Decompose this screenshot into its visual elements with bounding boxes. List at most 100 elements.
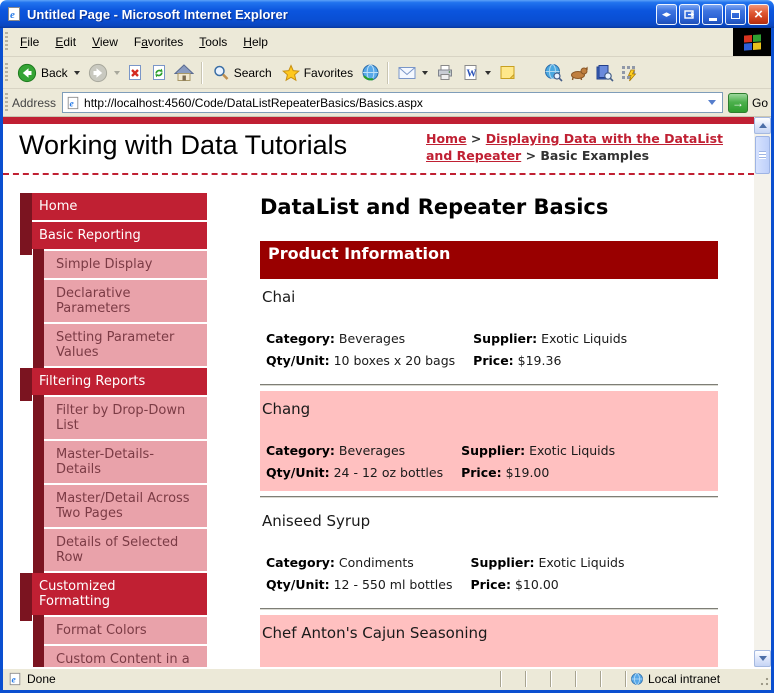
windows-logo: [733, 28, 771, 56]
supplier-label: Supplier:: [470, 554, 535, 570]
menu-help[interactable]: Help: [235, 31, 276, 53]
back-dropdown-icon[interactable]: [73, 70, 80, 75]
product-price-cell: Price: $19.00: [461, 461, 633, 483]
toolbar-grip[interactable]: [5, 92, 8, 113]
scroll-down-button[interactable]: [754, 650, 771, 667]
forward-dropdown-icon[interactable]: [113, 70, 120, 75]
status-message: Done: [27, 672, 56, 686]
forward-icon: [88, 63, 108, 83]
close-button[interactable]: ×: [748, 3, 769, 25]
print-button[interactable]: [433, 62, 457, 83]
address-label: Address: [12, 95, 57, 110]
messenger-grid-button[interactable]: [617, 62, 641, 84]
pane-arrows-button[interactable]: ◂▸: [656, 3, 677, 25]
supplier-value: Exotic Liquids: [538, 554, 625, 570]
favorites-star-icon: [281, 63, 300, 82]
go-button[interactable]: → Go: [727, 92, 768, 113]
breadcrumb-current: Basic Examples: [540, 147, 650, 163]
ie-window-icon: e: [6, 6, 22, 22]
discuss-button[interactable]: [496, 62, 519, 83]
qty-value: 24 - 12 oz bottles: [333, 464, 444, 480]
forward-button[interactable]: [85, 61, 123, 85]
research-button[interactable]: [541, 61, 566, 84]
svg-text:e: e: [70, 98, 75, 109]
home-button[interactable]: [171, 62, 197, 84]
product-qty-cell: Qty/Unit: 24 - 12 oz bottles: [266, 461, 461, 483]
supplier-value: Exotic Liquids: [541, 330, 628, 346]
nav-item-format-colors[interactable]: Format Colors: [33, 615, 207, 646]
menu-file[interactable]: File: [12, 31, 47, 53]
nav-item-master-detail-across-two-pages[interactable]: Master/Detail Across Two Pages: [33, 483, 207, 529]
mail-dropdown-icon[interactable]: [422, 70, 429, 75]
nav-item-master-details-details[interactable]: Master-Details-Details: [33, 439, 207, 485]
vertical-scrollbar: [754, 117, 771, 667]
product-category-cell: Category: Condiments: [266, 551, 471, 573]
nav-item-basic-reporting[interactable]: Basic Reporting: [20, 222, 207, 255]
word-document-icon: W: [462, 64, 479, 81]
menu-favorites[interactable]: Favorites: [126, 31, 191, 53]
toolbar-grip[interactable]: [5, 32, 8, 52]
price-value: $10.00: [514, 576, 559, 592]
status-cell: [500, 671, 525, 687]
scroll-up-button[interactable]: [754, 117, 771, 134]
back-label: Back: [41, 65, 68, 80]
menu-edit[interactable]: Edit: [47, 31, 84, 53]
back-button[interactable]: Back: [12, 61, 85, 85]
media-button[interactable]: [592, 62, 617, 84]
mail-button[interactable]: [393, 63, 433, 82]
menu-tools[interactable]: Tools: [191, 31, 235, 53]
refresh-button[interactable]: [147, 62, 171, 84]
nav-item-filter-by-drop-down-list[interactable]: Filter by Drop-Down List: [33, 395, 207, 441]
breadcrumb-link[interactable]: Home: [426, 131, 467, 146]
address-url[interactable]: http://localhost:4560/Code/DataListRepea…: [84, 96, 704, 110]
toolbar-grip[interactable]: [5, 62, 8, 83]
product-name: Aniseed Syrup: [262, 512, 371, 530]
product-supplier-cell: Supplier: Exotic Liquids: [471, 551, 643, 573]
nav-item-customized-formatting[interactable]: Customized Formatting: [20, 573, 207, 621]
window-title: Untitled Page - Microsoft Internet Explo…: [27, 6, 288, 22]
scrollbar-thumb[interactable]: [755, 136, 770, 174]
security-zone: Local intranet: [625, 671, 756, 687]
minimize-button[interactable]: [702, 3, 723, 25]
nav-item-details-of-selected-row[interactable]: Details of Selected Row: [33, 527, 207, 573]
nav-item-custom-content-in-a[interactable]: Custom Content in a: [33, 644, 207, 667]
address-field[interactable]: e http://localhost:4560/Code/DataListRep…: [62, 92, 723, 113]
product-name: Chang: [262, 400, 311, 418]
page-body: Home Basic Reporting Simple Display Declara…: [3, 175, 754, 667]
nav-item-home[interactable]: Home: [20, 193, 207, 226]
category-label: Category:: [266, 330, 335, 346]
messenger-dog-button[interactable]: [566, 62, 592, 83]
product-qty-cell: Qty/Unit: 10 boxes x 20 bags: [266, 349, 473, 371]
dog-icon: [569, 64, 589, 81]
category-value: Beverages: [338, 442, 406, 458]
edit-with-word-button[interactable]: W: [457, 62, 496, 83]
supplier-value: Exotic Liquids: [529, 442, 616, 458]
window-controls: ◂▸ ×: [656, 3, 769, 25]
product-details-table: Category: Beverages Supplier: Exotic Liq…: [266, 327, 645, 371]
resize-grip[interactable]: [756, 671, 770, 687]
browser-window: e Untitled Page - Microsoft Internet Exp…: [0, 0, 774, 693]
nav-item-setting-parameter-values[interactable]: Setting Parameter Values: [33, 322, 207, 368]
nav-item-filtering-reports[interactable]: Filtering Reports: [20, 368, 207, 401]
product-list: Chai Category: Beverages Supplier: Exoti…: [260, 279, 718, 667]
history-button[interactable]: [358, 61, 383, 84]
product-price-cell: Price: $19.36: [473, 349, 645, 371]
address-dropdown-button[interactable]: [704, 94, 721, 111]
product-name: Chai: [262, 288, 296, 306]
status-bar: e Done Local intranet: [3, 667, 771, 690]
price-label: Price:: [461, 464, 502, 480]
menu-view[interactable]: View: [84, 31, 126, 53]
main-content: DataList and Repeater Basics Product Inf…: [260, 193, 718, 667]
maximize-button[interactable]: [725, 3, 746, 25]
nav-item-declarative-parameters[interactable]: Declarative Parameters: [33, 278, 207, 324]
stop-icon: [126, 64, 144, 82]
search-label: Search: [233, 65, 272, 80]
menu-items: File Edit View Favorites Tools Help: [12, 31, 276, 53]
search-button[interactable]: Search: [207, 62, 277, 84]
stop-button[interactable]: [123, 62, 147, 84]
edit-dropdown-icon[interactable]: [485, 70, 492, 75]
favorites-button[interactable]: Favorites: [277, 62, 358, 84]
pop-out-button[interactable]: [679, 3, 700, 25]
nav-item-simple-display[interactable]: Simple Display: [33, 249, 207, 280]
window-frame: FileEditViewFavoritesToolsHelp Back: [0, 28, 774, 693]
